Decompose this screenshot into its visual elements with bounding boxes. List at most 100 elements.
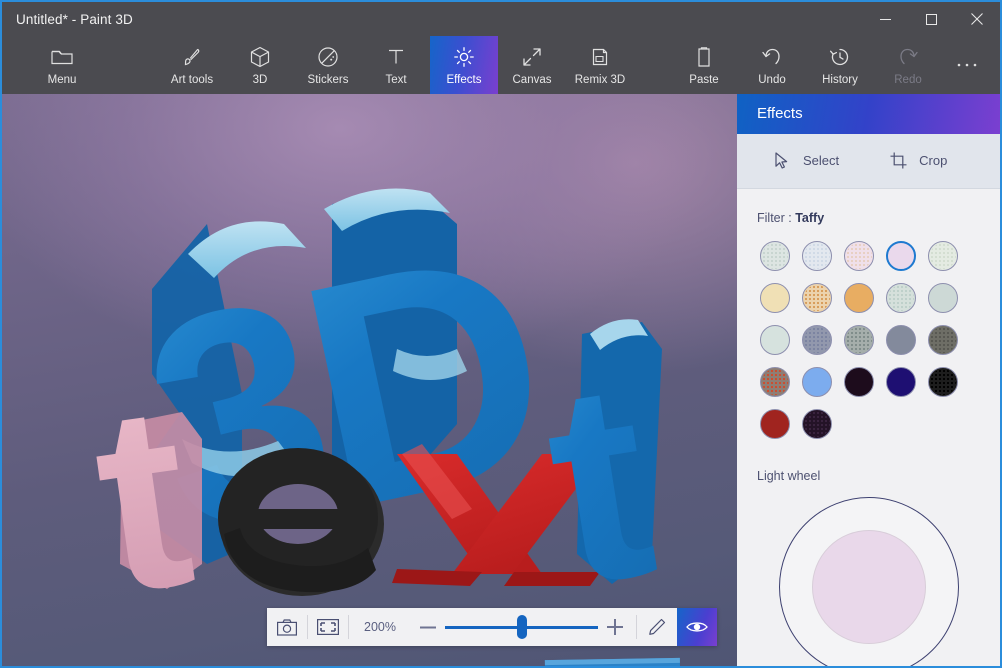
text-icon xyxy=(386,45,406,69)
filter-swatch-cell[interactable] xyxy=(754,407,796,441)
folder-icon xyxy=(51,45,73,69)
zoom-slider-group[interactable] xyxy=(411,608,636,646)
tab-effects[interactable]: Effects xyxy=(430,36,498,94)
filter-swatch[interactable] xyxy=(886,325,916,355)
swatch-texture xyxy=(804,243,830,269)
select-tool-button[interactable]: Select xyxy=(773,152,839,170)
tab-art-tools-label: Art tools xyxy=(171,74,213,86)
filter-swatch[interactable] xyxy=(760,409,790,439)
filter-swatch[interactable] xyxy=(802,409,832,439)
swatch-texture xyxy=(846,243,872,269)
tab-3d[interactable]: 3D xyxy=(226,36,294,94)
filter-swatch-cell[interactable] xyxy=(838,281,880,315)
filter-swatch[interactable] xyxy=(928,367,958,397)
filter-swatch[interactable] xyxy=(844,241,874,271)
swatch-texture xyxy=(804,327,830,353)
tab-stickers-label: Stickers xyxy=(308,74,349,86)
filter-swatch-cell[interactable] xyxy=(796,239,838,273)
remix-icon xyxy=(590,45,610,69)
filter-swatch[interactable] xyxy=(928,241,958,271)
filter-swatch[interactable] xyxy=(802,325,832,355)
maximize-button[interactable] xyxy=(908,2,954,36)
tab-paste[interactable]: Paste xyxy=(670,36,738,94)
window-controls xyxy=(862,2,1000,36)
filter-swatch-cell[interactable] xyxy=(796,407,838,441)
swatch-texture xyxy=(930,243,956,269)
tab-canvas[interactable]: Canvas xyxy=(498,36,566,94)
crop-tool-button[interactable]: Crop xyxy=(889,152,947,170)
filter-swatch[interactable] xyxy=(802,367,832,397)
filter-swatch-cell[interactable] xyxy=(922,323,964,357)
tab-remix-3d-label: Remix 3D xyxy=(575,74,625,86)
ribbon-toolbar: Menu Art tools 3D Stickers Text xyxy=(2,36,1000,94)
ribbon-spacer xyxy=(634,36,670,94)
tab-stickers[interactable]: Stickers xyxy=(294,36,362,94)
swatch-texture xyxy=(888,285,914,311)
light-wheel-label: Light wheel xyxy=(737,441,1000,483)
filter-swatch-cell[interactable] xyxy=(838,365,880,399)
tab-history[interactable]: History xyxy=(806,36,874,94)
tab-undo[interactable]: Undo xyxy=(738,36,806,94)
filter-swatch-cell[interactable] xyxy=(796,365,838,399)
light-wheel[interactable] xyxy=(779,497,959,668)
filter-swatch[interactable] xyxy=(928,283,958,313)
pencil-button[interactable] xyxy=(637,608,677,646)
filter-swatch[interactable] xyxy=(760,367,790,397)
filter-swatch[interactable] xyxy=(844,283,874,313)
filter-swatch[interactable] xyxy=(886,241,916,271)
filter-swatch[interactable] xyxy=(802,241,832,271)
window-title: Untitled* - Paint 3D xyxy=(16,12,133,27)
close-button[interactable] xyxy=(954,2,1000,36)
filter-swatch-cell[interactable] xyxy=(838,323,880,357)
zoom-slider-track[interactable] xyxy=(445,608,598,646)
zoom-in-button[interactable] xyxy=(598,608,632,646)
view-toggle-button[interactable] xyxy=(677,608,717,646)
filter-swatch-cell[interactable] xyxy=(796,281,838,315)
filter-swatch[interactable] xyxy=(760,283,790,313)
tab-menu-label: Menu xyxy=(48,74,77,86)
tab-text[interactable]: Text xyxy=(362,36,430,94)
filter-swatch-cell[interactable] xyxy=(838,239,880,273)
filter-swatch-cell[interactable] xyxy=(796,323,838,357)
filter-swatch-cell[interactable] xyxy=(754,365,796,399)
more-icon xyxy=(956,53,978,77)
canvas-area[interactable]: 3 D t xyxy=(2,94,737,668)
filter-swatch[interactable] xyxy=(886,367,916,397)
filter-swatch[interactable] xyxy=(760,241,790,271)
filter-swatch[interactable] xyxy=(760,325,790,355)
zoom-slider-thumb[interactable] xyxy=(517,615,527,639)
filter-swatch-cell[interactable] xyxy=(880,323,922,357)
filter-swatch-cell[interactable] xyxy=(754,239,796,273)
tab-art-tools[interactable]: Art tools xyxy=(158,36,226,94)
filter-swatch-cell[interactable] xyxy=(922,365,964,399)
filter-swatch-cell[interactable] xyxy=(880,365,922,399)
clipboard-icon xyxy=(695,45,713,69)
zoom-out-button[interactable] xyxy=(411,608,445,646)
cube-icon xyxy=(250,45,270,69)
filter-swatch-cell[interactable] xyxy=(922,239,964,273)
filter-swatch[interactable] xyxy=(844,367,874,397)
filter-swatch[interactable] xyxy=(886,283,916,313)
filter-swatch[interactable] xyxy=(802,283,832,313)
camera-button[interactable] xyxy=(267,608,307,646)
tab-menu[interactable]: Menu xyxy=(28,36,96,94)
ribbon-gap-1 xyxy=(96,36,158,94)
filter-swatch-cell[interactable] xyxy=(754,281,796,315)
title-bar: Untitled* - Paint 3D xyxy=(2,2,1000,36)
filter-swatch-cell[interactable] xyxy=(880,281,922,315)
filter-label-row: Filter : Taffy xyxy=(737,189,1000,239)
filter-swatch-grid[interactable] xyxy=(737,239,1000,441)
filter-swatch-cell[interactable] xyxy=(922,281,964,315)
filter-swatch[interactable] xyxy=(844,325,874,355)
ribbon-right-gap xyxy=(992,36,1000,94)
fit-to-screen-button[interactable] xyxy=(308,608,348,646)
minimize-button[interactable] xyxy=(862,2,908,36)
filter-swatch-cell[interactable] xyxy=(880,239,922,273)
tab-text-label: Text xyxy=(385,74,406,86)
tab-remix-3d[interactable]: Remix 3D xyxy=(566,36,634,94)
light-wheel-inner-disc[interactable] xyxy=(812,530,926,644)
more-options-button[interactable] xyxy=(942,36,992,94)
filter-swatch-cell[interactable] xyxy=(754,323,796,357)
filter-swatch[interactable] xyxy=(928,325,958,355)
tab-canvas-label: Canvas xyxy=(513,74,552,86)
